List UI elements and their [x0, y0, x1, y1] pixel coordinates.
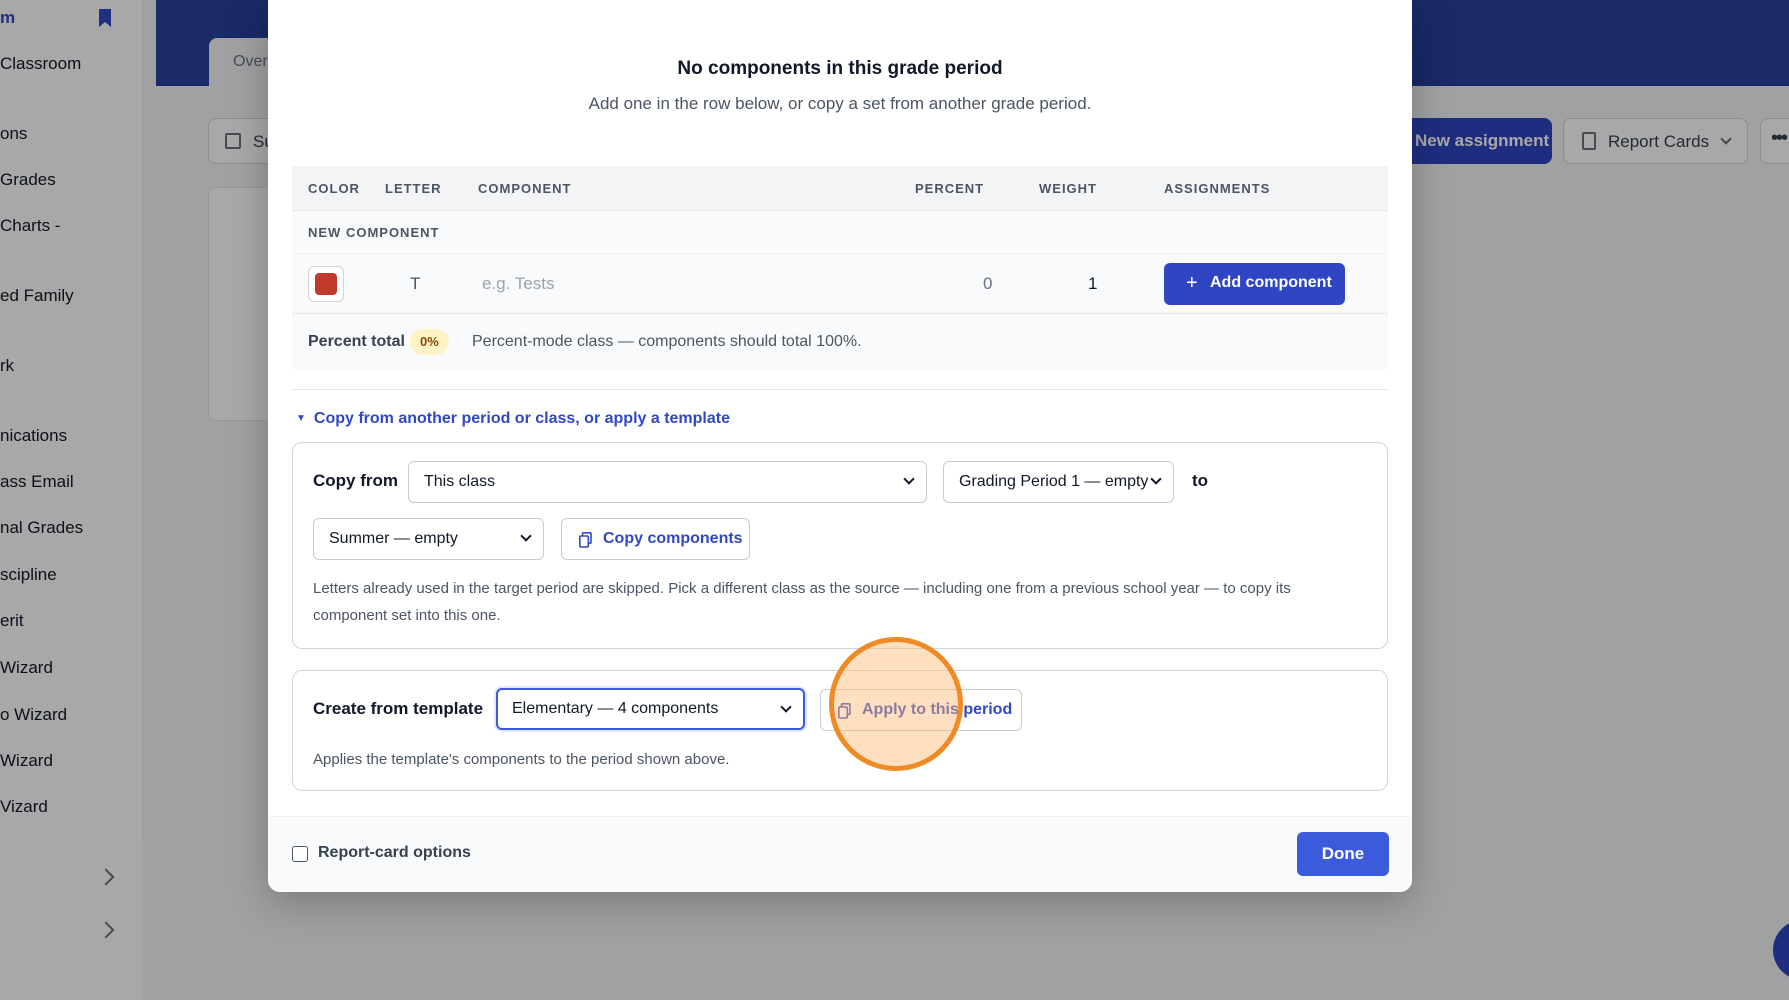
header-color: COLOR — [308, 181, 360, 196]
copy-from-label: Copy from — [313, 471, 398, 490]
component-name-input[interactable]: e.g. Tests — [482, 274, 554, 294]
header-assignments: ASSIGNMENTS — [1164, 181, 1271, 196]
header-letter: LETTER — [385, 181, 442, 196]
section-divider — [292, 389, 1388, 390]
percent-total-label: Percent total — [308, 333, 405, 350]
percent-total-note: Percent-mode class — components should t… — [472, 333, 862, 350]
modal-footer: Report-card options Done — [268, 816, 1412, 892]
new-component-label: NEW COMPONENT — [308, 225, 440, 240]
color-picker[interactable] — [308, 266, 344, 302]
modal-subtitle: Add one in the row below, or copy a set … — [588, 94, 1092, 113]
header-component: COMPONENT — [478, 181, 572, 196]
copy-from-panel: Copy from This class Grading Period 1 — … — [292, 442, 1388, 649]
target-period-select[interactable]: Summer — empty — [313, 518, 544, 560]
caret-down-icon: ▼ — [296, 413, 306, 424]
source-class-value: This class — [424, 473, 496, 490]
source-period-value: Grading Period 1 — empty — [959, 473, 1149, 490]
source-class-select[interactable]: This class — [408, 461, 927, 503]
chevron-down-icon — [520, 530, 532, 542]
table-header: COLOR LETTER COMPONENT PERCENT WEIGHT AS… — [292, 166, 1388, 211]
copy-icon — [579, 532, 592, 548]
create-from-template-label: Create from template — [313, 699, 484, 718]
chevron-down-icon — [780, 701, 792, 713]
to-label: to — [1192, 471, 1209, 490]
template-panel: Create from template Elementary — 4 comp… — [292, 670, 1388, 791]
copy-section-toggle-label: Copy from another period or class, or ap… — [313, 410, 730, 427]
template-value: Elementary — 4 components — [512, 700, 719, 717]
new-component-section: NEW COMPONENT — [292, 211, 1388, 254]
plus-icon: + — [1186, 272, 1198, 294]
percent-input[interactable]: 0 — [983, 274, 992, 294]
header-weight: WEIGHT — [1039, 181, 1097, 196]
grade-components-modal: No components in this grade period Add o… — [268, 0, 1412, 892]
copy-components-button[interactable]: Copy components — [561, 518, 750, 560]
apply-template-button[interactable]: Apply to this period — [820, 689, 1022, 731]
percent-total-row: Percent total 0% Percent-mode class — co… — [292, 314, 1388, 370]
copy-section-toggle[interactable]: ▼ Copy from another period or class, or a… — [296, 410, 730, 428]
chevron-down-icon — [903, 473, 915, 485]
template-help-text: Applies the template's components to the… — [313, 751, 730, 768]
done-button[interactable]: Done — [1297, 832, 1389, 876]
apply-template-label: Apply to this period — [862, 701, 1013, 718]
components-table: COLOR LETTER COMPONENT PERCENT WEIGHT AS… — [292, 166, 1388, 370]
new-component-row: T e.g. Tests 0 1 + Add component — [292, 254, 1388, 314]
copy-icon — [838, 703, 851, 719]
add-component-label: Add component — [1210, 274, 1332, 291]
modal-title: No components in this grade period — [677, 58, 1003, 79]
add-component-button[interactable]: + Add component — [1164, 263, 1345, 305]
target-period-value: Summer — empty — [329, 530, 458, 547]
copy-components-label: Copy components — [603, 530, 743, 547]
template-select[interactable]: Elementary — 4 components — [496, 688, 805, 730]
report-card-options-label[interactable]: Report-card options — [318, 844, 471, 862]
letter-input[interactable]: T — [410, 274, 420, 294]
copy-help-text: Letters already used in the target perio… — [313, 580, 1291, 624]
weight-input[interactable]: 1 — [1088, 274, 1097, 294]
percent-total-badge: 0% — [410, 329, 449, 355]
color-swatch — [315, 273, 337, 295]
source-period-select[interactable]: Grading Period 1 — empty — [943, 461, 1174, 503]
header-percent: PERCENT — [915, 181, 985, 196]
chevron-down-icon — [1150, 473, 1162, 485]
report-card-options-checkbox[interactable] — [292, 846, 308, 862]
